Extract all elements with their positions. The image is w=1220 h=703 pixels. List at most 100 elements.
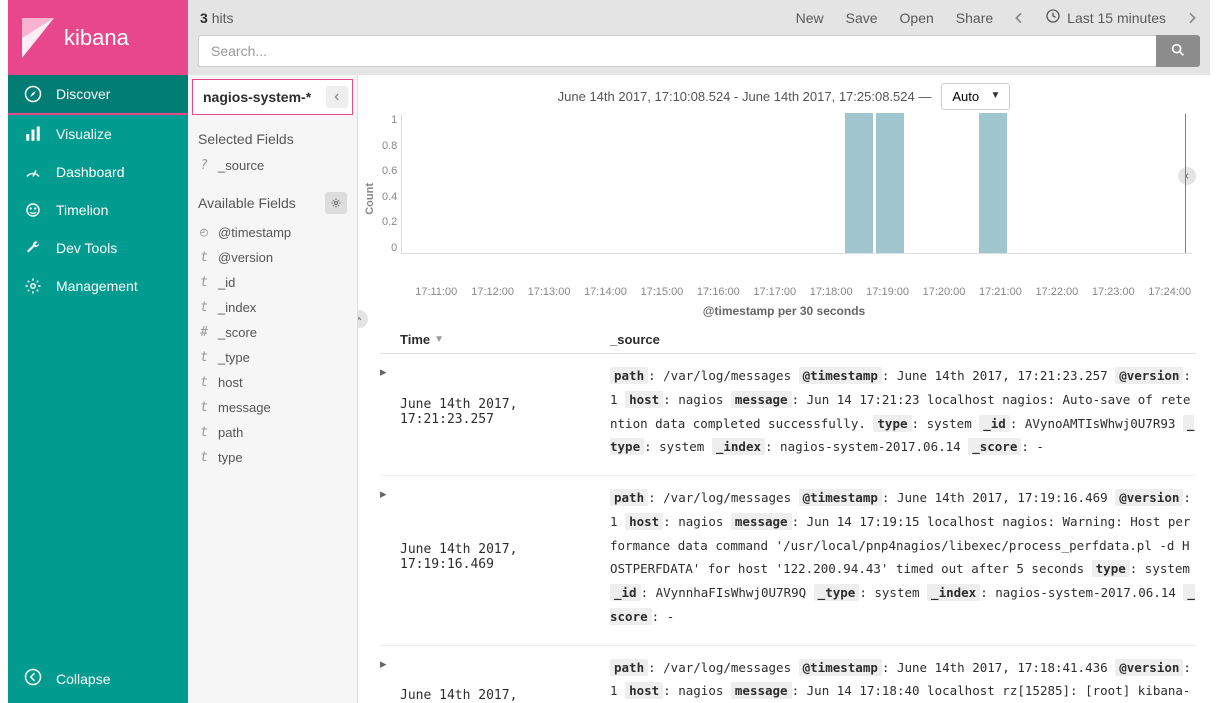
selected-fields-title: Selected Fields	[188, 123, 357, 153]
field-name: @timestamp	[218, 225, 291, 240]
kibana-logo-icon	[22, 18, 54, 58]
field-tag: @version	[1115, 489, 1183, 506]
row-time: June 14th 2017, 17:18:41.436	[400, 656, 610, 703]
field-item[interactable]: t message	[188, 395, 357, 420]
table-row: ▸June 14th 2017, 17:18:41.436path: /var/…	[380, 646, 1196, 703]
field-item[interactable]: ◴ @timestamp	[188, 220, 357, 245]
nav-visualize[interactable]: Visualize	[8, 115, 188, 153]
field-name: _source	[218, 158, 264, 173]
field-tag: path	[610, 659, 648, 676]
index-pattern-selector[interactable]: nagios-system-*	[192, 79, 353, 115]
text-type-icon: t	[198, 425, 210, 440]
field-tag: _index	[927, 584, 980, 601]
field-tag: host	[625, 513, 663, 530]
nav-label: Dashboard	[56, 164, 125, 180]
fields-settings-button[interactable]	[325, 192, 347, 214]
time-range-text: June 14th 2017, 17:10:08.524 - June 14th…	[558, 89, 932, 104]
field-name: _type	[218, 350, 250, 365]
field-tag: type	[873, 415, 911, 432]
topbar-row: 3 hits New Save Open Share Last 15 minut…	[188, 0, 1210, 35]
row-source: path: /var/log/messages @timestamp: June…	[610, 486, 1196, 629]
search-button[interactable]	[1156, 35, 1200, 67]
chevron-left-circle-icon	[24, 668, 42, 689]
hits-count: 3 hits	[200, 10, 233, 26]
field-tag: path	[610, 367, 648, 384]
fields-panel: nagios-system-* Selected Fields ?_source…	[188, 75, 358, 703]
field-tag: message	[731, 391, 792, 408]
field-tag: @version	[1115, 367, 1183, 384]
field-name: host	[218, 375, 243, 390]
histogram-chart[interactable]: Count 10.80.60.40.20	[358, 114, 1210, 284]
app-name: kibana	[64, 25, 129, 51]
field-name: message	[218, 400, 271, 415]
field-item[interactable]: ttype	[188, 445, 357, 470]
header-source[interactable]: _source	[610, 332, 1196, 347]
interval-select[interactable]: Auto	[941, 83, 1010, 110]
histogram-bar[interactable]	[979, 113, 1007, 253]
header-time[interactable]: Time ▼	[400, 332, 610, 347]
field-name: @version	[218, 250, 273, 265]
compass-icon	[24, 85, 42, 103]
collapse-label: Collapse	[56, 671, 110, 687]
field-tag: @timestamp	[799, 489, 882, 506]
field-tag: _score	[968, 438, 1021, 455]
nav-devtools[interactable]: Dev Tools	[8, 229, 188, 267]
nav-timelion[interactable]: Timelion	[8, 191, 188, 229]
expand-row-button[interactable]: ▸	[380, 656, 400, 703]
available-fields-list: ◴@timestampt@versiont_idt_index#_scoret_…	[188, 220, 357, 476]
index-pattern-label: nagios-system-*	[203, 89, 311, 105]
y-axis-label: Count	[362, 183, 378, 215]
save-link[interactable]: Save	[840, 10, 884, 26]
text-type-icon: t	[198, 250, 210, 265]
collapse-button[interactable]: Collapse	[8, 654, 188, 703]
nav-label: Discover	[56, 86, 110, 102]
field-item[interactable]: #_score	[188, 320, 357, 345]
nav-management[interactable]: Management	[8, 267, 188, 305]
index-toggle-button[interactable]	[326, 86, 348, 108]
row-time: June 14th 2017, 17:21:23.257	[400, 364, 610, 459]
time-prev-button[interactable]	[1009, 10, 1029, 26]
gauge-icon	[24, 163, 42, 181]
nav-discover[interactable]: Discover	[8, 75, 188, 115]
text-type-icon: t	[198, 350, 210, 365]
field-tag: host	[625, 391, 663, 408]
field-item[interactable]: thost	[188, 370, 357, 395]
nav-dashboard[interactable]: Dashboard	[8, 153, 188, 191]
histogram-bar[interactable]	[845, 113, 873, 253]
field-item[interactable]: t_id	[188, 270, 357, 295]
logo[interactable]: kibana	[8, 0, 188, 75]
bar-chart-icon	[24, 125, 42, 143]
field-item[interactable]: ?_source	[188, 153, 357, 178]
expand-row-button[interactable]: ▸	[380, 364, 400, 459]
field-name: type	[218, 450, 243, 465]
x-axis: 17:11:0017:12:0017:13:0017:14:0017:15:00…	[358, 286, 1198, 298]
topbar: 3 hits New Save Open Share Last 15 minut…	[188, 0, 1210, 75]
open-link[interactable]: Open	[894, 10, 940, 26]
time-picker[interactable]: Last 15 minutes	[1039, 8, 1172, 27]
text-type-icon: t	[198, 300, 210, 315]
search-row	[188, 35, 1210, 73]
search-input[interactable]	[198, 35, 1156, 67]
time-label: Last 15 minutes	[1067, 10, 1166, 26]
field-item[interactable]: t _type	[188, 345, 357, 370]
clock-icon: ◴	[198, 225, 210, 240]
plot-area[interactable]	[401, 114, 1192, 254]
new-link[interactable]: New	[790, 10, 830, 26]
field-tag: _index	[712, 438, 765, 455]
share-link[interactable]: Share	[950, 10, 999, 26]
expand-row-button[interactable]: ▸	[380, 486, 400, 629]
nav-label: Management	[56, 278, 138, 294]
text-type-icon: t	[198, 450, 210, 465]
field-item[interactable]: t @version	[188, 245, 357, 270]
y-axis: 10.80.60.40.20	[378, 114, 401, 254]
time-next-button[interactable]	[1182, 10, 1202, 26]
text-type-icon: t	[198, 400, 210, 415]
field-tag: _type	[814, 584, 860, 601]
field-item[interactable]: t_index	[188, 295, 357, 320]
x-axis-label: @timestamp per 30 seconds	[358, 304, 1210, 318]
clock-icon	[1045, 8, 1061, 27]
field-name: _score	[218, 325, 257, 340]
field-item[interactable]: tpath	[188, 420, 357, 445]
sidebar: kibana Discover Visualize Dashboard Time…	[8, 0, 188, 703]
histogram-bar[interactable]	[876, 113, 904, 253]
